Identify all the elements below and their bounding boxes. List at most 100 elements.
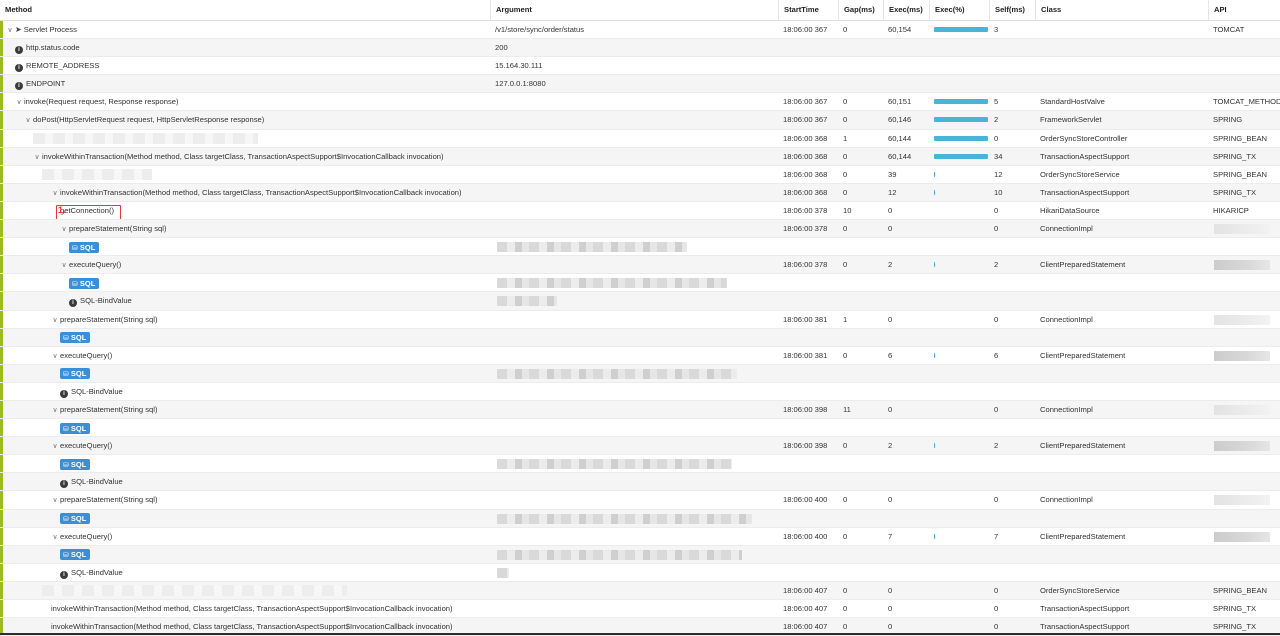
exec-cell-value: 2: [888, 260, 893, 270]
column-header-starttime[interactable]: StartTime: [778, 0, 838, 20]
table-row[interactable]: ∨ executeQuery() 18:06:00 400 0 7 7 ClientPrep…: [0, 527, 1280, 546]
chevron-down-icon[interactable]: ∨: [60, 221, 68, 237]
chevron-down-icon[interactable]: ∨: [51, 529, 59, 545]
sql-badge[interactable]: ⛁ SQL: [60, 422, 91, 434]
chevron-down-icon[interactable]: ∨: [51, 492, 59, 508]
table-row[interactable]: ⛁ SQL: [0, 455, 1280, 474]
chevron-down-icon[interactable]: ∨: [15, 94, 23, 110]
exec-percent-cell: [929, 93, 989, 110]
method-cell: ∨ prepareStatement(String sql): [0, 491, 490, 508]
sql-badge-label: SQL: [70, 550, 87, 560]
sql-badge[interactable]: ⛁ SQL: [69, 277, 100, 289]
table-row[interactable]: 18:06:00 368 1 60,144 0 OrderSyncStoreContro…: [0, 129, 1280, 148]
chevron-down-icon[interactable]: ∨: [51, 438, 59, 454]
table-row[interactable]: ∨ executeQuery() 18:06:00 378 0 2 2 ClientPrep…: [0, 256, 1280, 275]
table-row[interactable]: 18:06:00 407 0 0 0 OrderSyncStoreService SPRI…: [0, 581, 1280, 600]
self-time-value: 5: [994, 97, 999, 107]
table-row[interactable]: ⛁ SQL: [0, 509, 1280, 528]
column-header-argument[interactable]: Argument: [490, 0, 778, 20]
column-header-method[interactable]: Method: [0, 0, 490, 20]
chevron-down-icon[interactable]: ∨: [33, 149, 41, 165]
start-time-cell-value: 18:06:00 398: [783, 404, 828, 414]
table-row[interactable]: i SQL-BindValue: [0, 292, 1280, 311]
table-row[interactable]: ∨ doPost(HttpServletRequest request, Http…: [0, 111, 1280, 130]
table-row[interactable]: i REMOTE_ADDRESS 15.164.30.111: [0, 57, 1280, 76]
column-header-gap[interactable]: Gap(ms): [838, 0, 883, 20]
table-row[interactable]: i SQL-BindValue: [0, 382, 1280, 401]
table-row[interactable]: ∨ invokeWithinTransaction(Method method, …: [0, 147, 1280, 166]
table-row[interactable]: ∨ executeQuery() 18:06:00 381 0 6 6 ClientPrep…: [0, 346, 1280, 365]
column-header-exec-percent[interactable]: Exec(%): [929, 0, 989, 20]
redacted-method-name: [42, 584, 347, 596]
chevron-down-icon[interactable]: ∨: [51, 402, 59, 418]
exec-cell-value: 0: [888, 404, 893, 414]
method-name: invokeWithinTransaction(Method method, C…: [51, 604, 453, 613]
method-cell: [0, 166, 490, 183]
self-time-cell: 0: [989, 311, 1035, 328]
argument-value: /v1/store/sync/order/status: [495, 25, 585, 34]
database-icon: ⛁: [63, 516, 69, 524]
class-cell: ConnectionImpl: [1035, 220, 1208, 237]
table-row[interactable]: i SQL-BindValue: [0, 563, 1280, 582]
table-row[interactable]: i SQL-BindValue: [0, 473, 1280, 492]
table-row[interactable]: ∨ prepareStatement(String sql) 18:06:00 40…: [0, 491, 1280, 510]
table-row[interactable]: invokeWithinTransaction(Method method, C…: [0, 600, 1280, 619]
sql-badge[interactable]: ⛁ SQL: [60, 368, 91, 380]
exec-percent-bar: [934, 171, 935, 177]
table-row[interactable]: i ENDPOINT 127.0.0.1:8080: [0, 75, 1280, 94]
sql-badge[interactable]: ⛁ SQL: [60, 458, 91, 470]
table-row[interactable]: ∨ invokeWithinTransaction(Method method, …: [0, 183, 1280, 202]
column-header-class[interactable]: Class: [1035, 0, 1208, 20]
annotation-number: 1.: [58, 204, 66, 215]
self-time-cell: 7: [989, 528, 1035, 545]
argument-cell: [490, 148, 778, 165]
method-cell: ∨ doPost(HttpServletRequest request, Http…: [0, 111, 490, 128]
method-cell: invokeWithinTransaction(Method method, C…: [0, 600, 490, 617]
table-row[interactable]: ⛁ SQL: [0, 545, 1280, 564]
table-row[interactable]: ⛁ SQL: [0, 274, 1280, 293]
chevron-down-icon[interactable]: ∨: [51, 185, 59, 201]
sql-badge[interactable]: ⛁ SQL: [60, 332, 91, 344]
gap-cell: 0: [838, 347, 883, 364]
table-row[interactable]: ⛁ SQL: [0, 364, 1280, 383]
argument-cell: /v1/store/sync/order/status: [490, 21, 778, 38]
exec-cell: 2: [883, 256, 929, 273]
table-row[interactable]: ⛁ SQL: [0, 328, 1280, 347]
start-time-cell: 18:06:00 368: [778, 148, 838, 165]
exec-percent-bar: [934, 443, 935, 449]
table-row[interactable]: ∨ prepareStatement(String sql) 18:06:00 37…: [0, 220, 1280, 239]
chevron-down-icon[interactable]: ∨: [51, 348, 59, 364]
column-header-self[interactable]: Self(ms): [989, 0, 1035, 20]
column-header-api[interactable]: API: [1208, 0, 1280, 20]
method-name: prepareStatement(String sql): [60, 404, 158, 414]
sql-badge-label: SQL: [70, 423, 87, 433]
table-row[interactable]: getConnection() 18:06:00 378 10 0 0 HikariDat…: [0, 201, 1280, 221]
table-row[interactable]: ∨ prepareStatement(String sql) 18:06:00 39…: [0, 400, 1280, 420]
start-time-cell-value: 18:06:00 367: [783, 97, 828, 107]
class-name: ConnectionImpl: [1040, 224, 1093, 234]
argument-cell: [490, 491, 778, 508]
chevron-down-icon[interactable]: ∨: [51, 312, 59, 328]
gap-cell-value: 0: [843, 531, 848, 541]
chevron-down-icon[interactable]: ∨: [6, 22, 14, 38]
exec-percent-cell: [929, 311, 989, 328]
chevron-down-icon[interactable]: ∨: [24, 112, 32, 128]
chevron-down-icon[interactable]: ∨: [60, 257, 68, 273]
exec-percent-cell: [929, 528, 989, 545]
start-time-cell-value: 18:06:00 398: [783, 441, 828, 451]
table-row[interactable]: ⛁ SQL: [0, 238, 1280, 257]
exec-percent-cell: [929, 256, 989, 273]
self-time-value: 0: [994, 404, 999, 414]
table-row[interactable]: ⛁ SQL: [0, 419, 1280, 438]
sql-badge[interactable]: ⛁ SQL: [60, 549, 91, 561]
exec-cell: 2: [883, 437, 929, 454]
table-row[interactable]: i http.status.code 200: [0, 39, 1280, 58]
table-row[interactable]: ∨ ➤ Servlet Process/v1/store/sync/order/st…: [0, 21, 1280, 40]
column-header-exec[interactable]: Exec(ms): [883, 0, 929, 20]
sql-badge[interactable]: ⛁ SQL: [69, 241, 100, 253]
table-row[interactable]: ∨ prepareStatement(String sql) 18:06:00 38…: [0, 310, 1280, 329]
table-row[interactable]: 18:06:00 368 0 39 12 OrderSyncStoreService SP…: [0, 165, 1280, 184]
table-row[interactable]: ∨ executeQuery() 18:06:00 398 0 2 2 ClientPrep…: [0, 437, 1280, 456]
table-row[interactable]: ∨ invoke(Request request, Response respon…: [0, 93, 1280, 112]
sql-badge[interactable]: ⛁ SQL: [60, 513, 91, 525]
